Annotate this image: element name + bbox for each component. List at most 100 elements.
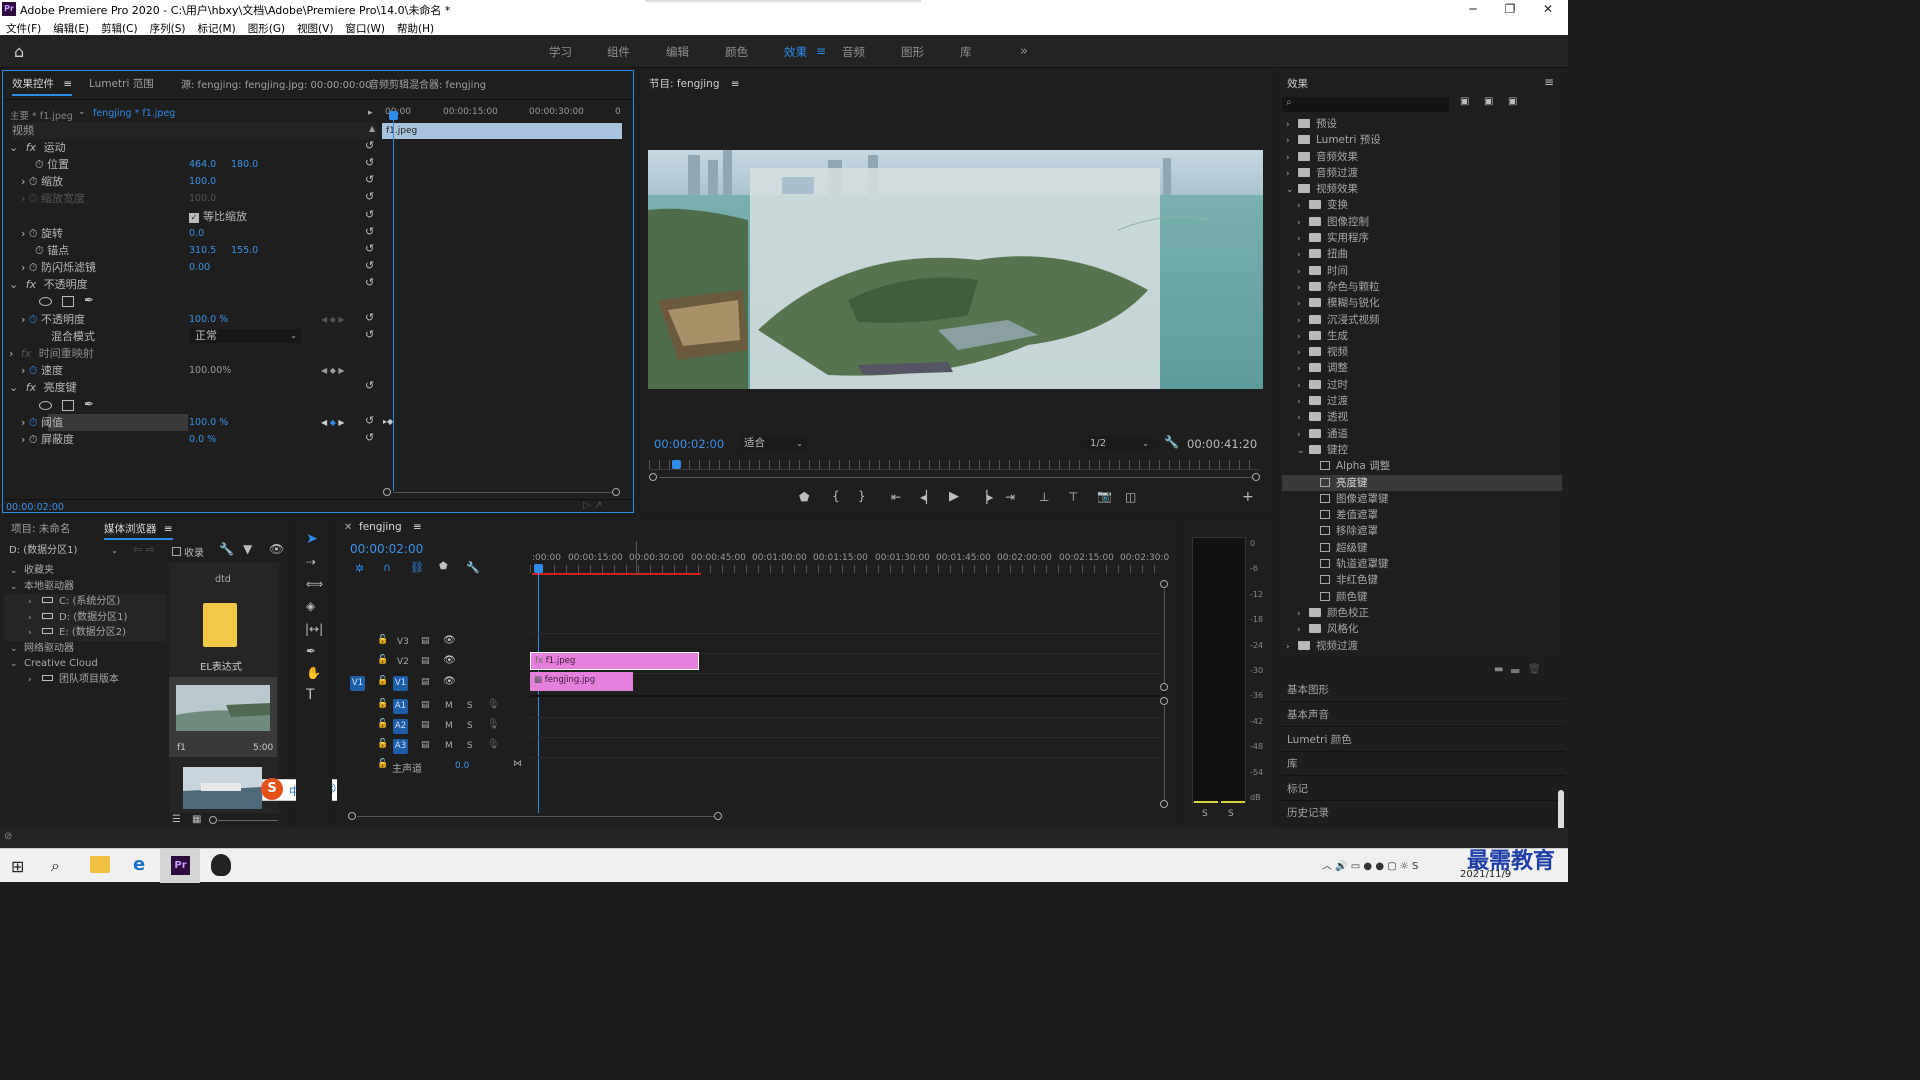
sync-lock-icon[interactable]: ▤: [421, 677, 430, 687]
reset-icon[interactable]: ↺: [365, 225, 374, 238]
chevron-right-icon[interactable]: ›: [1297, 247, 1309, 263]
ellipse-mask-icon[interactable]: [39, 401, 52, 410]
sync-lock-icon[interactable]: ▤: [421, 740, 430, 750]
lock-icon[interactable]: 🔓: [377, 719, 388, 729]
thumb-size-slider[interactable]: [209, 816, 217, 824]
menu-marker[interactable]: 标记(M): [191, 19, 241, 36]
menu-clip[interactable]: 剪辑(C): [95, 19, 144, 36]
menu-help[interactable]: 帮助(H): [391, 19, 440, 36]
source-patch-v1[interactable]: V1: [350, 676, 365, 691]
uniform-scale-checkbox[interactable]: ✓ 等比缩放: [189, 208, 247, 225]
fit-select[interactable]: 适合 ⌄: [741, 436, 807, 451]
effects-tree-item[interactable]: 差值遮罩: [1282, 507, 1562, 523]
chevron-right-icon[interactable]: ›: [1297, 410, 1309, 426]
chevron-right-icon[interactable]: ›: [1297, 313, 1309, 329]
blend-mode-select[interactable]: 正常 ⌄: [189, 329, 301, 343]
anchor-y[interactable]: 155.0: [231, 242, 258, 259]
mark-in-icon[interactable]: {: [832, 489, 840, 503]
lift-icon[interactable]: ⊥: [1039, 490, 1049, 504]
speed-value[interactable]: 100.00%: [189, 362, 231, 379]
rotation-value[interactable]: 0.0: [189, 225, 204, 242]
menu-graphics[interactable]: 图形(G): [242, 19, 291, 36]
chevron-right-icon[interactable]: ›: [1297, 198, 1309, 214]
effects-tree-item[interactable]: › 图像控制: [1282, 214, 1562, 230]
chevron-right-icon[interactable]: ›: [1297, 345, 1309, 361]
section-essential-sound[interactable]: 基本声音: [1280, 703, 1565, 727]
workspace-effects[interactable]: 效果: [784, 44, 807, 60]
folder-label[interactable]: EL表达式: [200, 658, 242, 673]
keyframe-nav-icon[interactable]: ◀ ◆ ▶: [321, 414, 345, 431]
time-remap-row[interactable]: › fx 时间重映射: [9, 345, 94, 362]
rectangle-mask-icon[interactable]: [62, 400, 74, 411]
mute-button[interactable]: M: [445, 741, 453, 751]
chevron-right-icon[interactable]: ›: [1297, 394, 1309, 410]
effects-tree-item[interactable]: › 预设: [1282, 116, 1562, 132]
effects-tree-item[interactable]: › 过时: [1282, 377, 1562, 393]
step-forward-icon[interactable]: ▕▸: [978, 490, 993, 504]
mark-out-icon[interactable]: }: [858, 489, 866, 503]
sogou-ime-icon[interactable]: S: [261, 778, 283, 800]
chevron-right-icon[interactable]: ›: [1286, 166, 1298, 182]
sync-lock-icon[interactable]: ▤: [421, 700, 430, 710]
nest-icon[interactable]: ✲: [355, 562, 364, 575]
camera-icon[interactable]: 📷: [1097, 489, 1112, 503]
ellipse-mask-icon[interactable]: [39, 297, 52, 306]
workspace-menu-icon[interactable]: ≡: [816, 44, 826, 58]
extract-icon[interactable]: ⊤: [1068, 490, 1078, 504]
lock-icon[interactable]: 🔓: [377, 655, 388, 665]
ec-clip-bar[interactable]: f1.jpeg: [382, 123, 622, 139]
opacity-group-row[interactable]: ⌄ fx 不透明度: [9, 276, 88, 293]
menu-edit[interactable]: 编辑(E): [47, 19, 95, 36]
search-icon[interactable]: ⌕: [51, 856, 60, 876]
chevron-right-icon[interactable]: ›: [1297, 296, 1309, 312]
filter-icon[interactable]: ▼: [243, 542, 252, 556]
chevron-right-icon[interactable]: ›: [1297, 361, 1309, 377]
project-tree-item[interactable]: ⌄ 网络驱动器: [4, 641, 166, 657]
effects-tree-item[interactable]: › 视频: [1282, 344, 1562, 360]
ec-zoom-end[interactable]: [612, 488, 620, 496]
reset-icon[interactable]: ↺: [365, 173, 374, 186]
effects-tree-item[interactable]: 颜色键: [1282, 589, 1562, 605]
chevron-right-icon[interactable]: ›: [28, 611, 42, 627]
play-only-icon[interactable]: ▸: [368, 108, 373, 118]
track-name-v3[interactable]: V3: [397, 637, 409, 647]
program-ruler[interactable]: [649, 460, 1259, 470]
solo-button[interactable]: S: [467, 701, 473, 711]
program-zoom-end[interactable]: [1252, 473, 1260, 481]
track-select-tool-icon[interactable]: ⇢: [306, 555, 316, 569]
effects-tree-item[interactable]: › 风格化: [1282, 621, 1562, 637]
drive-select[interactable]: D: (数据分区1) ⌄: [6, 543, 122, 558]
delete-icon[interactable]: 🗑: [1528, 664, 1541, 675]
threshold-value[interactable]: 100.0 %: [189, 414, 228, 431]
timeline-vscroll-a-top[interactable]: [1160, 697, 1168, 705]
section-essential-graphics[interactable]: 基本图形: [1280, 678, 1565, 702]
go-to-out-icon[interactable]: ⇥: [1005, 490, 1015, 504]
section-libraries[interactable]: 库: [1280, 752, 1565, 776]
chevron-right-icon[interactable]: ›: [28, 626, 42, 642]
qq-icon[interactable]: [211, 854, 231, 876]
workspace-learn[interactable]: 学习: [549, 44, 572, 60]
effects-tree-item[interactable]: ⌄ 键控: [1282, 442, 1562, 458]
solo-button[interactable]: S: [467, 741, 473, 751]
effects-tree-item[interactable]: › 杂色与颗粒: [1282, 279, 1562, 295]
tab-project[interactable]: 项目: 未命名: [11, 521, 70, 536]
microphone-icon[interactable]: 🎙: [487, 699, 500, 710]
effects-tree-item[interactable]: › 音频效果: [1282, 149, 1562, 165]
marker-icon[interactable]: ⬟: [799, 490, 809, 504]
slip-tool-icon[interactable]: |↔|: [305, 622, 323, 636]
tab-source[interactable]: 源: fengjing: fengjing.jpg: 00:00:00:00: [181, 76, 372, 91]
motion-row[interactable]: ⌄ fx 运动: [9, 139, 66, 156]
tab-audio-clip-mixer[interactable]: 音频剪辑混合器: fengjing: [369, 76, 486, 91]
chevron-down-icon[interactable]: ⌄: [10, 580, 24, 596]
effects-tree-item[interactable]: 超级键: [1282, 540, 1562, 556]
meter-solo-left[interactable]: S: [1202, 809, 1208, 819]
pen-mask-icon[interactable]: ✒: [84, 293, 94, 307]
keyframe-nav-icon[interactable]: ◀ ◆ ▶: [321, 311, 345, 328]
mute-button[interactable]: M: [445, 721, 453, 731]
meter-solo-right[interactable]: S: [1228, 809, 1234, 819]
reset-icon[interactable]: ↺: [365, 156, 374, 169]
eye-icon[interactable]: 👁: [443, 635, 456, 646]
sequence-clip-label[interactable]: fengjing * f1.jpeg: [93, 108, 175, 119]
position-x[interactable]: 464.0: [189, 156, 216, 173]
solo-button[interactable]: S: [467, 721, 473, 731]
